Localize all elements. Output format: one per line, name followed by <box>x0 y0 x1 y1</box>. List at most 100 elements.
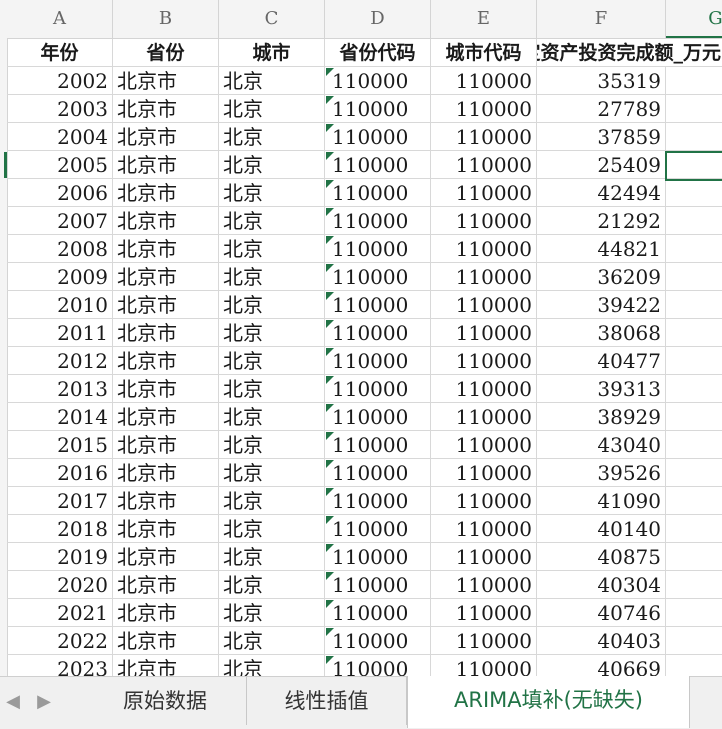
investment-cell[interactable]: 42494 <box>537 179 666 207</box>
tab-linear-interpolation[interactable]: 线性插值 <box>247 677 407 725</box>
header-cell-province[interactable]: 省份 <box>113 39 219 67</box>
column-header-b[interactable]: B <box>113 0 219 38</box>
city-cell[interactable]: 北京 <box>219 599 325 627</box>
city-code-cell[interactable]: 110000 <box>431 515 537 543</box>
province-code-cell[interactable]: 110000 <box>325 459 431 487</box>
city-cell[interactable]: 北京 <box>219 319 325 347</box>
year-cell[interactable]: 2006 <box>7 179 113 207</box>
spreadsheet-grid[interactable]: A B C D E F G 年份 省份 城市 省份代码 城市代码 固定资产投资完… <box>0 0 722 676</box>
city-code-cell[interactable]: 110000 <box>431 263 537 291</box>
tab-raw-data[interactable]: 原始数据 <box>84 677 247 725</box>
province-cell[interactable]: 北京市 <box>113 515 219 543</box>
city-code-cell[interactable]: 110000 <box>431 459 537 487</box>
city-cell[interactable]: 北京 <box>219 95 325 123</box>
city-cell[interactable]: 北京 <box>219 235 325 263</box>
province-code-cell[interactable]: 110000 <box>325 347 431 375</box>
investment-cell[interactable]: 41090 <box>537 487 666 515</box>
g-cell[interactable] <box>666 235 722 263</box>
year-cell[interactable]: 2011 <box>7 319 113 347</box>
header-cell-investment[interactable]: 固定资产投资完成额_万元 <box>537 39 722 67</box>
province-cell[interactable]: 北京市 <box>113 459 219 487</box>
province-code-cell[interactable]: 110000 <box>325 627 431 655</box>
city-code-cell[interactable]: 110000 <box>431 571 537 599</box>
g-cell[interactable] <box>666 123 722 151</box>
year-cell[interactable]: 2018 <box>7 515 113 543</box>
city-code-cell[interactable]: 110000 <box>431 291 537 319</box>
province-code-cell[interactable]: 110000 <box>325 235 431 263</box>
column-header-g[interactable]: G <box>666 0 722 38</box>
year-cell[interactable]: 2017 <box>7 487 113 515</box>
year-cell[interactable]: 2007 <box>7 207 113 235</box>
city-code-cell[interactable]: 110000 <box>431 347 537 375</box>
province-code-cell[interactable]: 110000 <box>325 375 431 403</box>
year-cell[interactable]: 2003 <box>7 95 113 123</box>
province-code-cell[interactable]: 110000 <box>325 179 431 207</box>
header-cell-year[interactable]: 年份 <box>7 39 113 67</box>
header-cell-city[interactable]: 城市 <box>219 39 325 67</box>
city-cell[interactable]: 北京 <box>219 151 325 179</box>
city-code-cell[interactable]: 110000 <box>431 319 537 347</box>
province-code-cell[interactable]: 110000 <box>325 95 431 123</box>
province-cell[interactable]: 北京市 <box>113 375 219 403</box>
g-cell[interactable] <box>666 347 722 375</box>
year-cell[interactable]: 2008 <box>7 235 113 263</box>
province-code-cell[interactable]: 110000 <box>325 599 431 627</box>
g-cell[interactable] <box>666 263 722 291</box>
province-cell[interactable]: 北京市 <box>113 319 219 347</box>
column-header-d[interactable]: D <box>325 0 431 38</box>
year-cell[interactable]: 2019 <box>7 543 113 571</box>
province-cell[interactable]: 北京市 <box>113 263 219 291</box>
province-cell[interactable]: 北京市 <box>113 571 219 599</box>
year-cell[interactable]: 2002 <box>7 67 113 95</box>
city-cell[interactable]: 北京 <box>219 375 325 403</box>
g-cell[interactable] <box>666 95 722 123</box>
investment-cell[interactable]: 21292 <box>537 207 666 235</box>
province-cell[interactable]: 北京市 <box>113 543 219 571</box>
province-cell[interactable]: 北京市 <box>113 67 219 95</box>
investment-cell[interactable]: 40875 <box>537 543 666 571</box>
province-cell[interactable]: 北京市 <box>113 207 219 235</box>
city-code-cell[interactable]: 110000 <box>431 179 537 207</box>
g-cell[interactable] <box>666 515 722 543</box>
city-code-cell[interactable]: 110000 <box>431 67 537 95</box>
investment-cell[interactable]: 39526 <box>537 459 666 487</box>
year-cell[interactable]: 2012 <box>7 347 113 375</box>
province-cell[interactable]: 北京市 <box>113 487 219 515</box>
province-cell[interactable]: 北京市 <box>113 235 219 263</box>
province-cell[interactable]: 北京市 <box>113 431 219 459</box>
investment-cell[interactable]: 37859 <box>537 123 666 151</box>
year-cell[interactable]: 2023 <box>7 655 113 676</box>
province-code-cell[interactable]: 110000 <box>325 123 431 151</box>
city-code-cell[interactable]: 110000 <box>431 375 537 403</box>
province-code-cell[interactable]: 110000 <box>325 67 431 95</box>
province-code-cell[interactable]: 110000 <box>325 263 431 291</box>
investment-cell[interactable]: 40669 <box>537 655 666 676</box>
investment-cell[interactable]: 36209 <box>537 263 666 291</box>
province-code-cell[interactable]: 110000 <box>325 207 431 235</box>
city-code-cell[interactable]: 110000 <box>431 431 537 459</box>
province-cell[interactable]: 北京市 <box>113 123 219 151</box>
province-cell[interactable]: 北京市 <box>113 151 219 179</box>
province-cell[interactable]: 北京市 <box>113 95 219 123</box>
province-cell[interactable]: 北京市 <box>113 599 219 627</box>
city-code-cell[interactable]: 110000 <box>431 123 537 151</box>
city-code-cell[interactable]: 110000 <box>431 95 537 123</box>
city-cell[interactable]: 北京 <box>219 67 325 95</box>
province-cell[interactable]: 北京市 <box>113 627 219 655</box>
city-code-cell[interactable]: 110000 <box>431 151 537 179</box>
year-cell[interactable]: 2016 <box>7 459 113 487</box>
column-header-a[interactable]: A <box>7 0 113 38</box>
province-code-cell[interactable]: 110000 <box>325 515 431 543</box>
province-cell[interactable]: 北京市 <box>113 655 219 676</box>
investment-cell[interactable]: 38929 <box>537 403 666 431</box>
city-code-cell[interactable]: 110000 <box>431 207 537 235</box>
column-header-e[interactable]: E <box>431 0 537 38</box>
city-code-cell[interactable]: 110000 <box>431 543 537 571</box>
province-code-cell[interactable]: 110000 <box>325 319 431 347</box>
province-code-cell[interactable]: 110000 <box>325 431 431 459</box>
city-cell[interactable]: 北京 <box>219 291 325 319</box>
year-cell[interactable]: 2009 <box>7 263 113 291</box>
province-code-cell[interactable]: 110000 <box>325 151 431 179</box>
investment-cell[interactable]: 25409 <box>537 151 666 179</box>
year-cell[interactable]: 2004 <box>7 123 113 151</box>
